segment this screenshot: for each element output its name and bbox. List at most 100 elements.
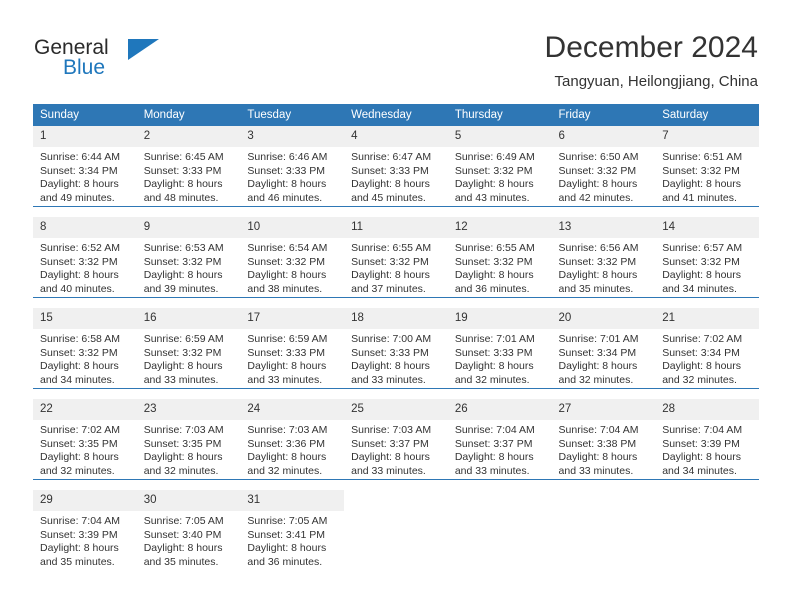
calendar-day-cell[interactable]: 31 Sunrise: 7:05 AM Sunset: 3:41 PM Dayligh… [240,490,345,570]
day-number: 7 [655,126,759,147]
daylight-text-line2: and 34 minutes. [662,464,737,477]
day-details: Sunrise: 7:04 AM Sunset: 3:38 PM Daylight:… [552,420,656,478]
day-cell-inner: 17 Sunrise: 6:59 AM Sunset: 3:33 PM Dayligh… [240,308,345,388]
day-cell-inner: 19 Sunrise: 7:01 AM Sunset: 3:33 PM Dayligh… [447,308,552,388]
daylight-text-line2: and 34 minutes. [40,373,115,386]
daylight-text-line1: Daylight: 8 hours [247,451,327,464]
calendar-day-cell[interactable]: 4 Sunrise: 6:47 AM Sunset: 3:33 PM Daylight… [344,126,448,207]
daylight-text-line2: and 48 minutes. [143,191,219,204]
day-number: 6 [551,126,656,147]
day-cell-inner: 9 Sunrise: 6:53 AM Sunset: 3:32 PM Daylight… [136,217,241,297]
calendar-week-row: 8 Sunrise: 6:52 AM Sunset: 3:32 PM Daylight… [33,217,759,298]
calendar-day-cell[interactable]: 3 Sunrise: 6:46 AM Sunset: 3:33 PM Daylight… [240,126,345,207]
day-number [344,490,448,511]
calendar-day-cell[interactable]: 13 Sunrise: 6:56 AM Sunset: 3:32 PM Dayligh… [551,217,656,298]
day-details: Sunrise: 7:05 AM Sunset: 3:41 PM Daylight:… [240,511,344,569]
calendar-day-cell[interactable]: 11 Sunrise: 6:55 AM Sunset: 3:32 PM Dayligh… [344,217,448,298]
calendar-day-cell[interactable]: 25 Sunrise: 7:03 AM Sunset: 3:37 PM Dayligh… [344,399,448,480]
daylight-text-line2: and 32 minutes. [454,373,530,386]
calendar-day-cell[interactable]: 2 Sunrise: 6:45 AM Sunset: 3:33 PM Daylight… [136,126,241,207]
sunset-text: Sunset: 3:37 PM [351,437,429,450]
sunset-text: Sunset: 3:34 PM [40,164,118,177]
calendar-day-cell[interactable]: 6 Sunrise: 6:50 AM Sunset: 3:32 PM Daylight… [551,126,656,207]
calendar-day-cell[interactable]: 27 Sunrise: 7:04 AM Sunset: 3:38 PM Dayligh… [551,399,656,480]
calendar-day-cell[interactable]: 26 Sunrise: 7:04 AM Sunset: 3:37 PM Dayligh… [447,399,552,480]
calendar-day-cell[interactable]: 10 Sunrise: 6:54 AM Sunset: 3:32 PM Dayligh… [240,217,345,298]
day-details: Sunrise: 6:47 AM Sunset: 3:33 PM Daylight:… [344,147,448,205]
day-cell-inner: 16 Sunrise: 6:59 AM Sunset: 3:32 PM Dayligh… [136,308,241,388]
daylight-text-line1: Daylight: 8 hours [351,269,430,282]
day-details: Sunrise: 6:49 AM Sunset: 3:32 PM Daylight:… [448,147,552,205]
calendar-day-cell[interactable]: 12 Sunrise: 6:55 AM Sunset: 3:32 PM Dayligh… [447,217,552,298]
day-details: Sunrise: 6:52 AM Sunset: 3:32 PM Daylight:… [33,238,137,296]
sunrise-text: Sunrise: 6:59 AM [247,333,328,345]
sunset-text: Sunset: 3:41 PM [247,528,326,541]
day-cell-inner: 18 Sunrise: 7:00 AM Sunset: 3:33 PM Dayligh… [344,308,448,388]
daylight-text-line2: and 33 minutes. [558,464,634,477]
sunset-text: Sunset: 3:35 PM [40,437,118,450]
calendar-day-cell[interactable]: 7 Sunrise: 6:51 AM Sunset: 3:32 PM Daylight… [655,126,759,207]
daylight-text-line1: Daylight: 8 hours [40,542,119,555]
calendar-week-row: 22 Sunrise: 7:02 AM Sunset: 3:35 PM Dayligh… [33,399,759,480]
day-cell-inner: 11 Sunrise: 6:55 AM Sunset: 3:32 PM Dayligh… [344,217,448,297]
calendar-grid: Sunday Monday Tuesday Wednesday Thursday… [33,104,759,570]
brand-logo[interactable]: General Blue [34,36,234,86]
daylight-text-line1: Daylight: 8 hours [247,178,327,191]
weekday-header-monday: Monday [136,104,241,126]
calendar-day-cell[interactable]: 17 Sunrise: 6:59 AM Sunset: 3:33 PM Dayligh… [240,308,345,389]
sunset-text: Sunset: 3:33 PM [351,346,429,359]
calendar-day-cell[interactable]: 28 Sunrise: 7:04 AM Sunset: 3:39 PM Dayligh… [655,399,759,480]
sunrise-text: Sunrise: 7:05 AM [143,515,224,527]
daylight-text-line2: and 43 minutes. [454,191,530,204]
calendar-day-cell[interactable]: 22 Sunrise: 7:02 AM Sunset: 3:35 PM Dayligh… [33,399,137,480]
daylight-text-line2: and 36 minutes. [247,555,323,568]
calendar-day-cell[interactable]: 5 Sunrise: 6:49 AM Sunset: 3:32 PM Daylight… [447,126,552,207]
daylight-text-line1: Daylight: 8 hours [662,360,742,373]
sunset-text: Sunset: 3:32 PM [143,255,222,268]
calendar-day-cell[interactable]: 9 Sunrise: 6:53 AM Sunset: 3:32 PM Daylight… [136,217,241,298]
calendar-day-cell[interactable]: 24 Sunrise: 7:03 AM Sunset: 3:36 PM Dayligh… [240,399,345,480]
daylight-text-line2: and 41 minutes. [662,191,737,204]
sunset-text: Sunset: 3:38 PM [558,437,637,450]
daylight-text-line1: Daylight: 8 hours [143,269,223,282]
calendar-day-cell[interactable]: 14 Sunrise: 6:57 AM Sunset: 3:32 PM Dayligh… [655,217,759,298]
day-cell-inner: 13 Sunrise: 6:56 AM Sunset: 3:32 PM Dayligh… [551,217,656,297]
calendar-day-cell[interactable]: 21 Sunrise: 7:02 AM Sunset: 3:34 PM Dayligh… [655,308,759,389]
daylight-text-line1: Daylight: 8 hours [40,269,119,282]
calendar-day-cell[interactable]: 23 Sunrise: 7:03 AM Sunset: 3:35 PM Dayligh… [136,399,241,480]
sunrise-text: Sunrise: 6:59 AM [143,333,224,345]
sunrise-text: Sunrise: 7:04 AM [558,424,639,436]
day-details: Sunrise: 7:03 AM Sunset: 3:37 PM Daylight:… [344,420,448,478]
daylight-text-line2: and 32 minutes. [40,464,115,477]
day-number: 25 [344,399,448,420]
daylight-text-line2: and 35 minutes. [558,282,634,295]
sunset-text: Sunset: 3:33 PM [454,346,533,359]
calendar-day-cell[interactable]: 19 Sunrise: 7:01 AM Sunset: 3:33 PM Dayligh… [447,308,552,389]
calendar-day-cell[interactable]: 16 Sunrise: 6:59 AM Sunset: 3:32 PM Dayligh… [136,308,241,389]
calendar-day-cell[interactable]: 20 Sunrise: 7:01 AM Sunset: 3:34 PM Dayligh… [551,308,656,389]
day-details: Sunrise: 7:04 AM Sunset: 3:37 PM Daylight:… [448,420,552,478]
day-cell-inner: 24 Sunrise: 7:03 AM Sunset: 3:36 PM Dayligh… [240,399,345,479]
calendar-day-cell[interactable]: 15 Sunrise: 6:58 AM Sunset: 3:32 PM Dayligh… [33,308,137,389]
daylight-text-line2: and 33 minutes. [247,373,323,386]
calendar-day-cell[interactable]: 1 Sunrise: 6:44 AM Sunset: 3:34 PM Daylight… [33,126,137,207]
calendar-day-cell[interactable]: 30 Sunrise: 7:05 AM Sunset: 3:40 PM Dayligh… [136,490,241,570]
day-details: Sunrise: 7:00 AM Sunset: 3:33 PM Daylight:… [344,329,448,387]
day-cell-inner: 21 Sunrise: 7:02 AM Sunset: 3:34 PM Dayligh… [655,308,759,388]
day-number: 23 [136,399,241,420]
daylight-text-line1: Daylight: 8 hours [558,269,638,282]
daylight-text-line2: and 37 minutes. [351,282,426,295]
daylight-text-line2: and 49 minutes. [40,191,115,204]
calendar-day-cell[interactable]: 8 Sunrise: 6:52 AM Sunset: 3:32 PM Daylight… [33,217,137,298]
sunset-text: Sunset: 3:37 PM [454,437,533,450]
calendar-day-cell[interactable]: 29 Sunrise: 7:04 AM Sunset: 3:39 PM Dayligh… [33,490,137,570]
day-cell-inner: 22 Sunrise: 7:02 AM Sunset: 3:35 PM Dayligh… [33,399,137,479]
day-cell-inner: 31 Sunrise: 7:05 AM Sunset: 3:41 PM Dayligh… [240,490,345,570]
weekday-header-tuesday: Tuesday [240,104,345,126]
sunrise-text: Sunrise: 6:49 AM [454,151,535,163]
day-cell-inner: 28 Sunrise: 7:04 AM Sunset: 3:39 PM Dayligh… [655,399,759,479]
daylight-text-line1: Daylight: 8 hours [40,360,119,373]
calendar-day-cell[interactable]: 18 Sunrise: 7:00 AM Sunset: 3:33 PM Dayligh… [344,308,448,389]
sunset-text: Sunset: 3:33 PM [247,164,326,177]
day-cell-inner: 14 Sunrise: 6:57 AM Sunset: 3:32 PM Dayligh… [655,217,759,297]
